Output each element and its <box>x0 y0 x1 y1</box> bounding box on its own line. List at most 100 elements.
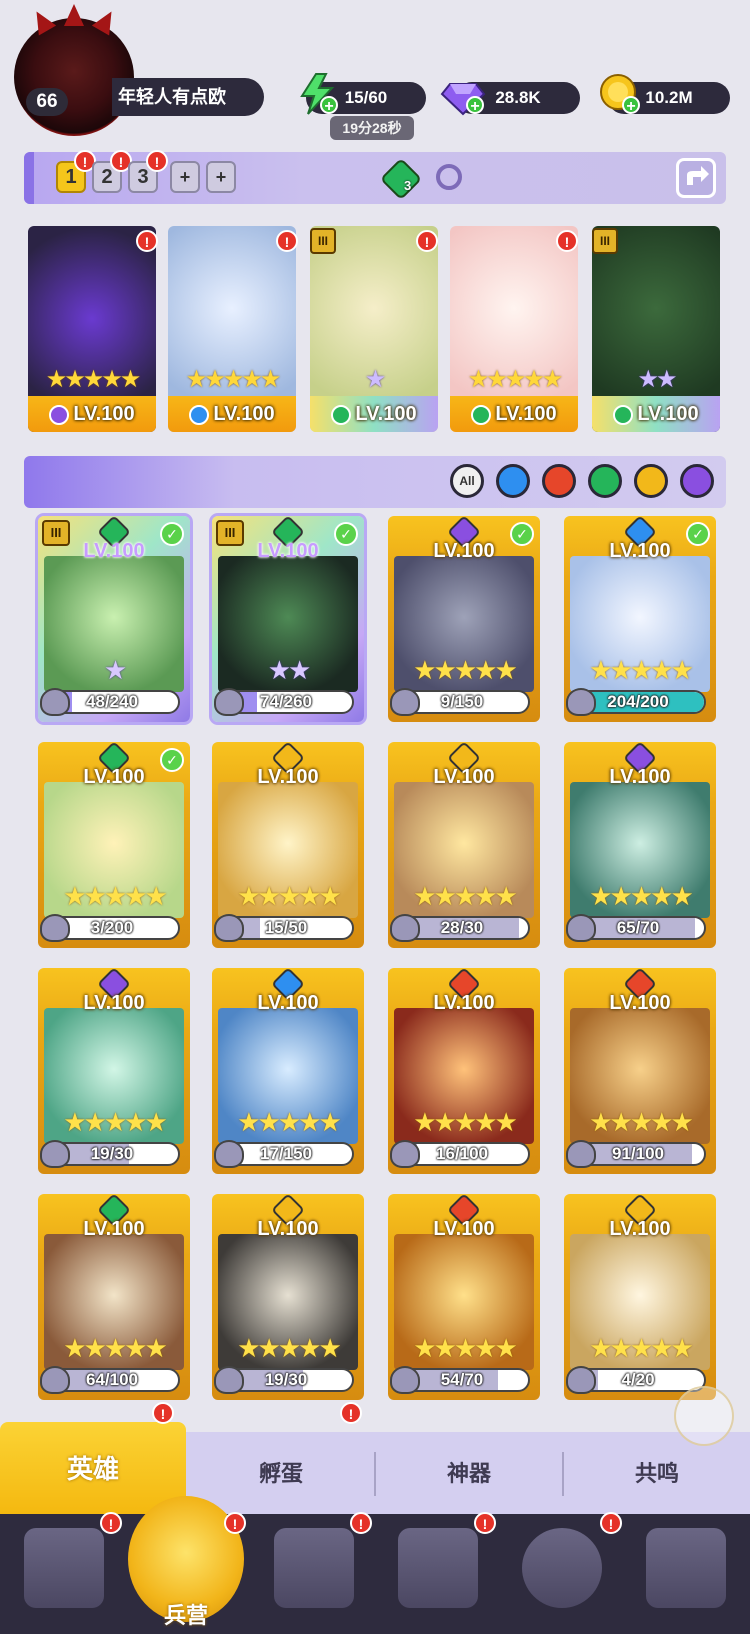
cards-icon[interactable] <box>24 1528 104 1608</box>
hero-level: LV.100 <box>168 396 296 432</box>
hero-card[interactable]: ✓ LV.100 ★★★★★ 204/200 <box>564 516 716 722</box>
hero-card[interactable]: LV.100 ★★★★★ 19/30 <box>38 968 190 1174</box>
wind-element-icon <box>331 404 352 425</box>
star-rating: ★★★★★ <box>237 881 342 911</box>
hero-card[interactable]: LV.100 ★★★★★ 28/30 <box>388 742 540 948</box>
star-rating: ★★★★★ <box>237 1107 342 1137</box>
star-rating: ★★★★★ <box>589 655 694 685</box>
filter-wind-icon[interactable] <box>588 464 622 498</box>
hero-card[interactable]: ✓ LV.100 ★★★★★ 9/150 <box>388 516 540 722</box>
hero-level: LV.100 <box>310 396 438 432</box>
alert-badge-icon: ! <box>600 1512 622 1534</box>
gem-icon: + <box>440 72 486 116</box>
hero-level: LV.100 <box>609 766 671 788</box>
hero-card[interactable]: LV.100 ★★★★★ 15/50 <box>212 742 364 948</box>
shard-icon <box>214 1366 244 1394</box>
hero-card[interactable]: ✓ LV.100 ★★★★★ 3/200 <box>38 742 190 948</box>
filter-water-icon[interactable] <box>496 464 530 498</box>
alert-badge-icon: ! <box>416 230 438 252</box>
tab-artifacts[interactable]: 神器 <box>376 1432 562 1516</box>
team-hero-slot[interactable]: III ★★ LV.100 <box>592 226 720 432</box>
hero-level: LV.100 <box>450 396 578 432</box>
filter-light-icon[interactable] <box>634 464 668 498</box>
guild-banner-icon[interactable] <box>646 1528 726 1608</box>
star-rating: ★ <box>103 655 127 685</box>
alert-badge-icon: ! <box>340 1402 362 1424</box>
castle-icon[interactable] <box>398 1528 478 1608</box>
hero-level: LV.100 <box>83 1218 145 1240</box>
team-hero-slot[interactable]: ★★★★★ LV.100 <box>450 226 578 432</box>
hero-level: LV.100 <box>433 540 495 562</box>
star-rating: ★★★★★ <box>63 1333 168 1363</box>
star-rating: ★★ <box>267 655 312 685</box>
hero-level: LV.100 <box>257 766 319 788</box>
filter-dark-icon[interactable] <box>680 464 714 498</box>
tab-resonance[interactable]: 共鸣 <box>564 1432 750 1516</box>
hero-level: LV.100 <box>83 992 145 1014</box>
team-tab-add[interactable]: + <box>206 161 236 193</box>
star-rating: ★★ <box>637 366 677 393</box>
shard-icon <box>40 1140 70 1168</box>
hero-level: LV.100 <box>433 1218 495 1240</box>
shard-icon <box>40 688 70 716</box>
alert-badge-icon: ! <box>136 230 158 252</box>
floating-menu-icon[interactable] <box>674 1386 734 1446</box>
hero-level: LV.100 <box>257 1218 319 1240</box>
shard-icon <box>214 1140 244 1168</box>
share-icon[interactable] <box>676 158 716 198</box>
hero-card[interactable]: III ✓ LV.100 ★ 48/240 <box>38 516 190 722</box>
mushroom-shop-icon[interactable] <box>522 1528 602 1608</box>
hero-card[interactable]: LV.100 ★★★★★ 65/70 <box>564 742 716 948</box>
search-icon[interactable] <box>436 164 462 190</box>
filter-all[interactable]: All <box>450 464 484 498</box>
hero-level: LV.100 <box>257 540 319 562</box>
shard-icon <box>214 688 244 716</box>
player-avatar[interactable] <box>14 4 134 136</box>
team-hero-slot[interactable]: ★★★★★ LV.100 <box>168 226 296 432</box>
team-element-count: 3 <box>404 178 412 193</box>
energy-icon: + <box>294 72 340 116</box>
player-level: 66 <box>26 88 68 116</box>
alert-badge-icon: ! <box>100 1512 122 1534</box>
hero-level: LV.100 <box>257 992 319 1014</box>
map-book-icon[interactable] <box>274 1528 354 1608</box>
shard-icon <box>40 1366 70 1394</box>
hero-card[interactable]: III ✓ LV.100 ★★ 74/260 <box>212 516 364 722</box>
shard-icon <box>566 1366 596 1394</box>
hero-level: LV.100 <box>609 992 671 1014</box>
hero-card[interactable]: LV.100 ★★★★★ 4/20 <box>564 1194 716 1400</box>
rank-badge: III <box>592 228 618 254</box>
hero-level: LV.100 <box>592 396 720 432</box>
shard-icon <box>566 914 596 942</box>
alert-badge-icon: ! <box>474 1512 496 1534</box>
rank-badge: III <box>310 228 336 254</box>
hero-card[interactable]: LV.100 ★★★★★ 17/150 <box>212 968 364 1174</box>
hero-card[interactable]: LV.100 ★★★★★ 64/100 <box>38 1194 190 1400</box>
barracks-label: 兵营 <box>163 1603 208 1628</box>
shard-icon <box>566 688 596 716</box>
dark-element-icon <box>49 404 70 425</box>
tab-hatch[interactable]: 孵蛋 <box>188 1432 374 1516</box>
hero-card[interactable]: LV.100 ★★★★★ 19/30 <box>212 1194 364 1400</box>
alert-badge-icon: ! <box>556 230 578 252</box>
team-hero-slot[interactable]: III ★ LV.100 <box>310 226 438 432</box>
wind-element-icon <box>471 404 492 425</box>
water-element-icon <box>189 404 210 425</box>
filter-fire-icon[interactable] <box>542 464 576 498</box>
star-rating: ★★★★★ <box>237 1333 342 1363</box>
star-rating: ★ <box>364 366 387 393</box>
hero-card[interactable]: LV.100 ★★★★★ 16/100 <box>388 968 540 1174</box>
alert-badge-icon: ! <box>224 1512 246 1534</box>
star-rating: ★★★★★ <box>63 1107 168 1137</box>
hero-card[interactable]: LV.100 ★★★★★ 54/70 <box>388 1194 540 1400</box>
tab-heroes[interactable]: 英雄 <box>0 1422 186 1516</box>
energy-timer: 19分28秒 <box>330 116 414 140</box>
team-tab-add[interactable]: + <box>170 161 200 193</box>
team-hero-slot[interactable]: ★★★★★ LV.100 <box>28 226 156 432</box>
wind-element-icon <box>613 404 634 425</box>
hero-level: LV.100 <box>83 766 145 788</box>
hero-level: LV.100 <box>433 766 495 788</box>
hero-card[interactable]: LV.100 ★★★★★ 91/100 <box>564 968 716 1174</box>
star-rating: ★★★★★ <box>413 1107 518 1137</box>
player-name[interactable]: 年轻人有点欧 <box>112 78 264 116</box>
